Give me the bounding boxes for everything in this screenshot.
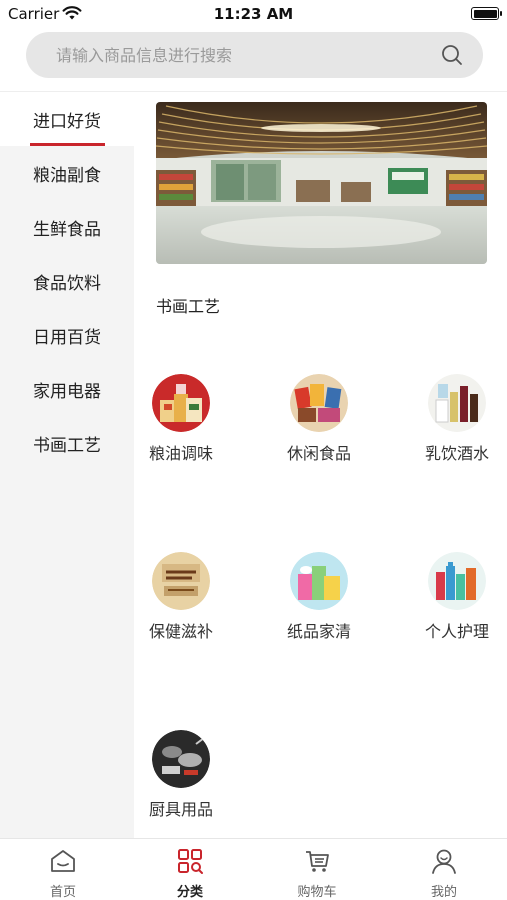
category-label: 厨具用品 [148,800,213,819]
sidebar-item-label: 日用百货 [33,327,101,348]
tab-cart[interactable]: 购物车 [254,839,380,900]
section-title: 书画工艺 [156,297,221,316]
clock: 11:23 AM [213,5,294,23]
category-snacks[interactable]: 休闲食品 [260,374,378,464]
sidebar-item-label: 食品饮料 [33,273,101,294]
home-icon [51,850,75,872]
battery-icon [471,7,502,20]
paper-cleaning-icon [290,552,348,610]
sidebar-item-daily-goods[interactable]: 日用百货 [0,308,134,362]
category-sidebar: 进口好货 粮油副食 生鲜食品 食品饮料 日用百货 家用电器 书画工艺 [0,92,134,838]
category-label: 个人护理 [424,622,489,641]
sidebar-item-label: 生鲜食品 [33,219,101,240]
category-label: 保健滋补 [148,622,213,641]
sidebar-item-grain-oil[interactable]: 粮油副食 [0,146,134,200]
drinks-icon [428,374,486,432]
category-icon [178,849,203,874]
search-icon[interactable] [441,44,463,66]
sidebar-item-label: 书画工艺 [33,435,101,456]
tab-label: 首页 [49,885,76,900]
sidebar-item-imported-goods[interactable]: 进口好货 [0,92,134,146]
category-paper-cleaning[interactable]: 纸品家清 [260,552,378,642]
snacks-icon [290,374,348,432]
sidebar-item-appliances[interactable]: 家用电器 [0,362,134,416]
health-supplement-icon [152,552,210,610]
grain-oil-icon [152,374,210,432]
status-bar: Carrier 11:23 AM [0,0,507,28]
category-personal-care[interactable]: 个人护理 [398,552,507,642]
tab-profile[interactable]: 我的 [381,839,507,900]
tab-home[interactable]: 首页 [0,839,126,900]
personal-care-icon [428,552,486,610]
category-drinks[interactable]: 乳饮酒水 [398,374,507,464]
main-content: 书画工艺 粮油调味 休闲食品 乳饮酒水 保健滋补 纸品家清 个人护理 厨具用品 [134,92,507,838]
category-grain-oil[interactable]: 粮油调味 [122,374,240,464]
category-health-supplement[interactable]: 保健滋补 [122,552,240,642]
user-icon [432,849,456,874]
sidebar-item-label: 家用电器 [33,381,101,402]
tab-label: 购物车 [297,885,337,900]
category-label: 纸品家清 [286,622,351,641]
search-bar[interactable] [26,32,483,78]
tab-category[interactable]: 分类 [127,839,253,900]
sidebar-item-food-drinks[interactable]: 食品饮料 [0,254,134,308]
tab-label: 分类 [176,885,203,900]
category-label: 粮油调味 [148,444,213,463]
sidebar-item-calligraphy-crafts[interactable]: 书画工艺 [0,416,134,470]
cart-icon [306,851,329,872]
sidebar-item-fresh-food[interactable]: 生鲜食品 [0,200,134,254]
search-input[interactable] [56,32,436,78]
store-banner-image[interactable] [156,102,487,264]
sidebar-item-label: 进口好货 [33,111,101,132]
tab-label: 我的 [430,885,457,900]
category-kitchenware[interactable]: 厨具用品 [122,730,240,820]
category-label: 乳饮酒水 [424,444,489,463]
sidebar-item-label: 粮油副食 [33,165,101,186]
category-label: 休闲食品 [286,444,351,463]
tab-bar: 首页 分类 购物车 我的 [0,838,507,900]
kitchenware-icon [152,730,210,788]
